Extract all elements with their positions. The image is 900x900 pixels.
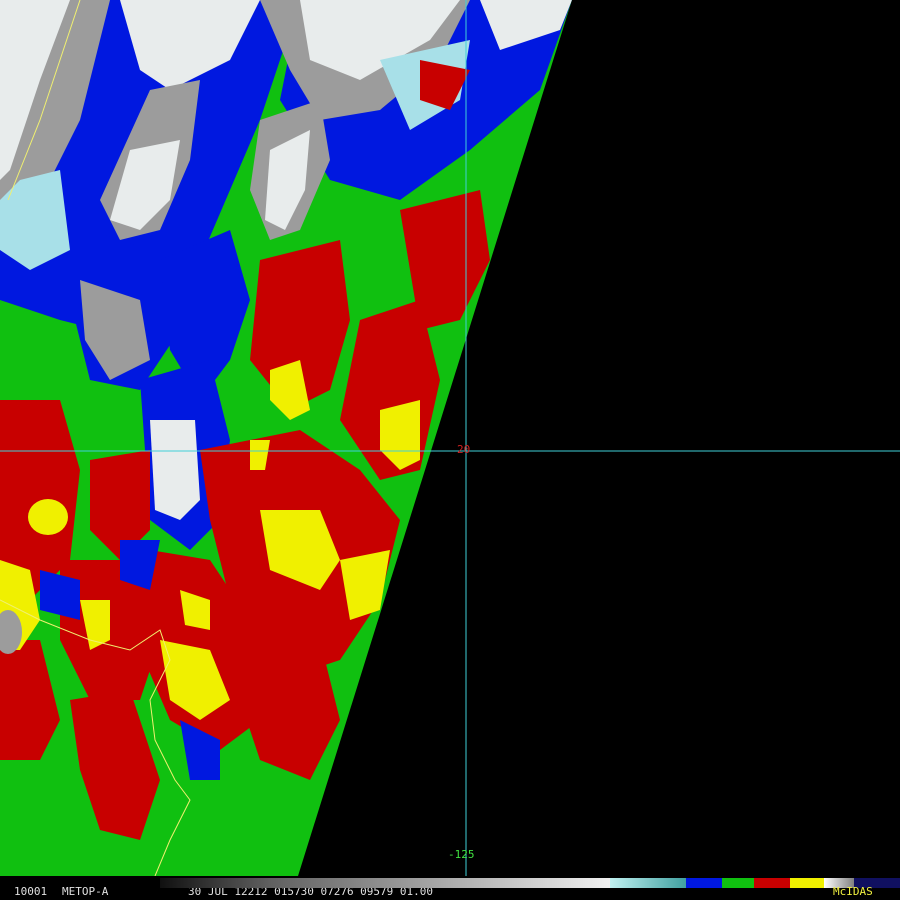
latitude-label: 20 <box>457 443 471 456</box>
mcidas-logo: McIDAS <box>833 885 873 898</box>
longitude-label: -125 <box>448 848 475 861</box>
imagery-swath <box>0 0 572 876</box>
status-bar: 10001 METOP-A 30 JUL 12212 015730 07276 … <box>0 876 900 900</box>
frame-number: 10001 <box>14 885 48 898</box>
satellite-name: METOP-A <box>62 885 109 898</box>
satellite-image <box>0 0 900 876</box>
